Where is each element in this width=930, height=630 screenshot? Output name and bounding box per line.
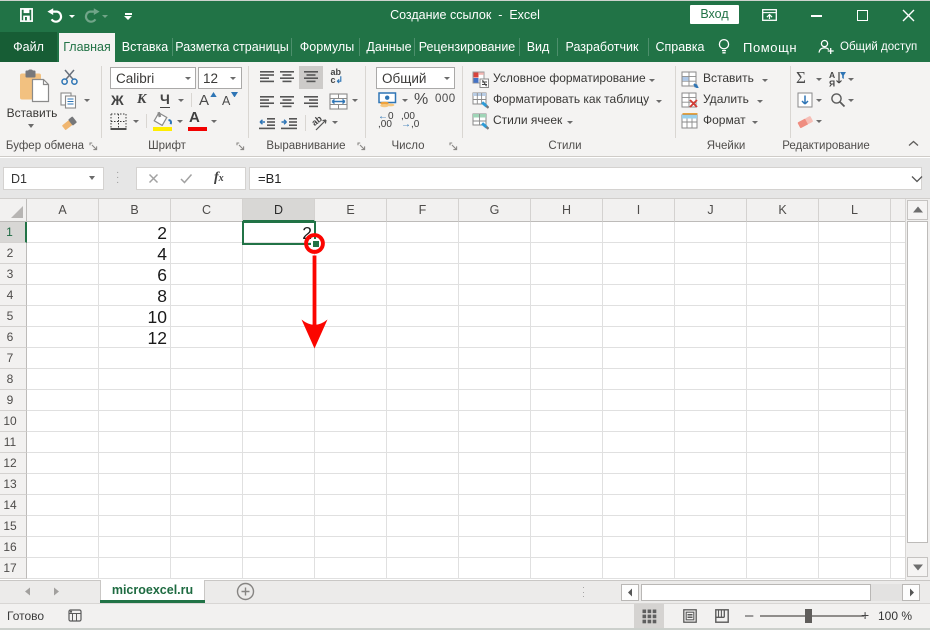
svg-text:ab: ab	[312, 114, 324, 128]
svg-text:Я: Я	[829, 79, 835, 88]
